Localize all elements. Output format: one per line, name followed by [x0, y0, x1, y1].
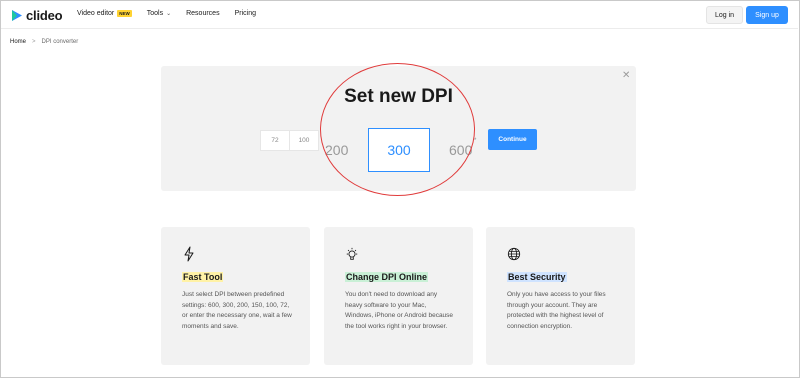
- panel-title: Set new DPI: [344, 86, 453, 107]
- nav-video-editor[interactable]: Video editor NEW: [77, 10, 132, 17]
- nav-tools[interactable]: Tools ⌄: [147, 10, 171, 17]
- feature-card-fast-tool: Fast Tool Just select DPI between predef…: [161, 227, 310, 365]
- top-header: clideo Video editor NEW Tools ⌄ Resource…: [1, 1, 798, 29]
- close-icon[interactable]: ✕: [622, 70, 630, 81]
- dpi-option-200[interactable]: 200: [325, 142, 348, 158]
- chevron-down-icon: ⌄: [166, 11, 172, 17]
- dpi-more-mark: *: [474, 138, 477, 144]
- lightbulb-icon: [346, 247, 358, 260]
- dpi-small-options: 72 100: [260, 130, 319, 151]
- nav-resources-label: Resources: [186, 10, 220, 17]
- feature-title: Fast Tool: [182, 272, 224, 282]
- lightning-icon: [184, 246, 194, 262]
- new-badge: NEW: [117, 10, 132, 17]
- feature-card-best-security: Best Security Only you have access to yo…: [486, 227, 635, 365]
- breadcrumb: Home > DPI converter: [10, 39, 78, 45]
- signup-button[interactable]: Sign up: [746, 6, 788, 24]
- logo-text: clideo: [26, 7, 63, 23]
- breadcrumb-separator: >: [32, 39, 36, 45]
- main-nav: Video editor NEW Tools ⌄ Resources Prici…: [77, 10, 271, 17]
- login-button[interactable]: Log in: [706, 6, 743, 24]
- dpi-option-300-selected[interactable]: 300: [368, 128, 430, 172]
- feature-description: Only you have access to your files throu…: [507, 291, 606, 330]
- feature-description: You don't need to download any heavy sof…: [345, 291, 454, 330]
- breadcrumb-current: DPI converter: [41, 39, 79, 45]
- nav-tools-label: Tools: [146, 10, 164, 17]
- dpi-panel: ✕ Set new DPI 72 100 200 300 600 * Conti…: [161, 66, 636, 191]
- clideo-logo-icon: [12, 9, 22, 21]
- logo[interactable]: clideo: [11, 7, 63, 23]
- feature-title: Change DPI Online: [345, 272, 429, 282]
- dpi-option-100[interactable]: 100: [289, 130, 319, 151]
- feature-title: Best Security: [507, 272, 567, 282]
- nav-resources[interactable]: Resources: [186, 10, 219, 17]
- continue-button[interactable]: Continue: [488, 129, 537, 150]
- dpi-option-600[interactable]: 600: [449, 142, 472, 158]
- feature-description: Just select DPI between predefined setti…: [182, 291, 292, 330]
- dpi-option-72[interactable]: 72: [260, 130, 290, 151]
- nav-pricing[interactable]: Pricing: [235, 10, 256, 17]
- globe-icon: [507, 247, 521, 261]
- feature-card-change-dpi: Change DPI Online You don't need to down…: [324, 227, 473, 365]
- nav-pricing-label: Pricing: [234, 10, 256, 17]
- breadcrumb-home[interactable]: Home: [10, 39, 26, 45]
- nav-video-editor-label: Video editor: [77, 10, 115, 17]
